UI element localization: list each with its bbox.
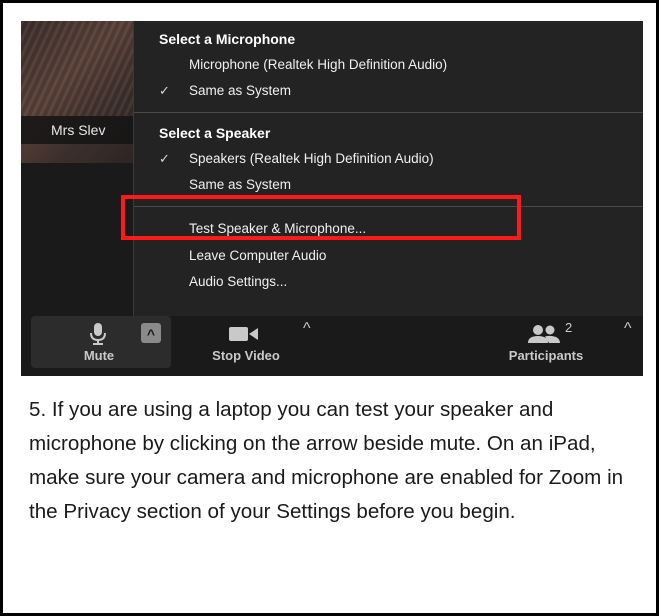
stop-video-label: Stop Video xyxy=(212,348,280,363)
highlight-box xyxy=(121,195,521,240)
select-speaker-heading: Select a Speaker xyxy=(159,125,271,141)
participants-button[interactable]: 2 Participants xyxy=(491,316,601,368)
menu-item-audio-settings[interactable]: Audio Settings... xyxy=(189,274,287,289)
audio-options-menu: Select a Microphone Microphone (Realtek … xyxy=(133,21,643,316)
checkmark-icon: ✓ xyxy=(159,83,170,98)
participants-label: Participants xyxy=(508,348,584,363)
participants-options-caret-icon[interactable]: ^ xyxy=(624,320,632,338)
participant-video-tile[interactable]: Mrs Slev xyxy=(21,21,133,163)
menu-item-microphone-realtek[interactable]: Microphone (Realtek High Definition Audi… xyxy=(189,57,447,72)
stop-video-button[interactable]: Stop Video xyxy=(191,316,301,368)
instruction-caption: 5. If you are using a laptop you can tes… xyxy=(29,398,624,523)
audio-options-caret-icon[interactable]: ^ xyxy=(141,323,161,343)
participants-icon xyxy=(528,325,560,343)
video-options-caret-icon[interactable]: ^ xyxy=(303,320,311,338)
microphone-icon xyxy=(90,323,106,345)
participants-count: 2 xyxy=(565,320,573,335)
menu-item-mic-same-as-system[interactable]: Same as System xyxy=(189,83,291,98)
menu-item-leave-computer-audio[interactable]: Leave Computer Audio xyxy=(189,248,326,263)
menu-divider xyxy=(134,112,643,113)
select-microphone-heading: Select a Microphone xyxy=(159,31,296,47)
page-frame: Mrs Slev Select a Microphone Microphone … xyxy=(0,0,659,616)
participant-name: Mrs Slev xyxy=(21,116,133,144)
mute-label: Mute xyxy=(83,348,115,363)
meeting-toolbar: Mute ^ Stop Video ^ 2 Participants ^ xyxy=(21,316,643,376)
checkmark-icon: ✓ xyxy=(159,151,170,166)
menu-item-speaker-same-as-system[interactable]: Same as System xyxy=(189,177,291,192)
video-camera-icon xyxy=(229,327,258,341)
menu-item-speakers-realtek[interactable]: Speakers (Realtek High Definition Audio) xyxy=(189,151,434,166)
